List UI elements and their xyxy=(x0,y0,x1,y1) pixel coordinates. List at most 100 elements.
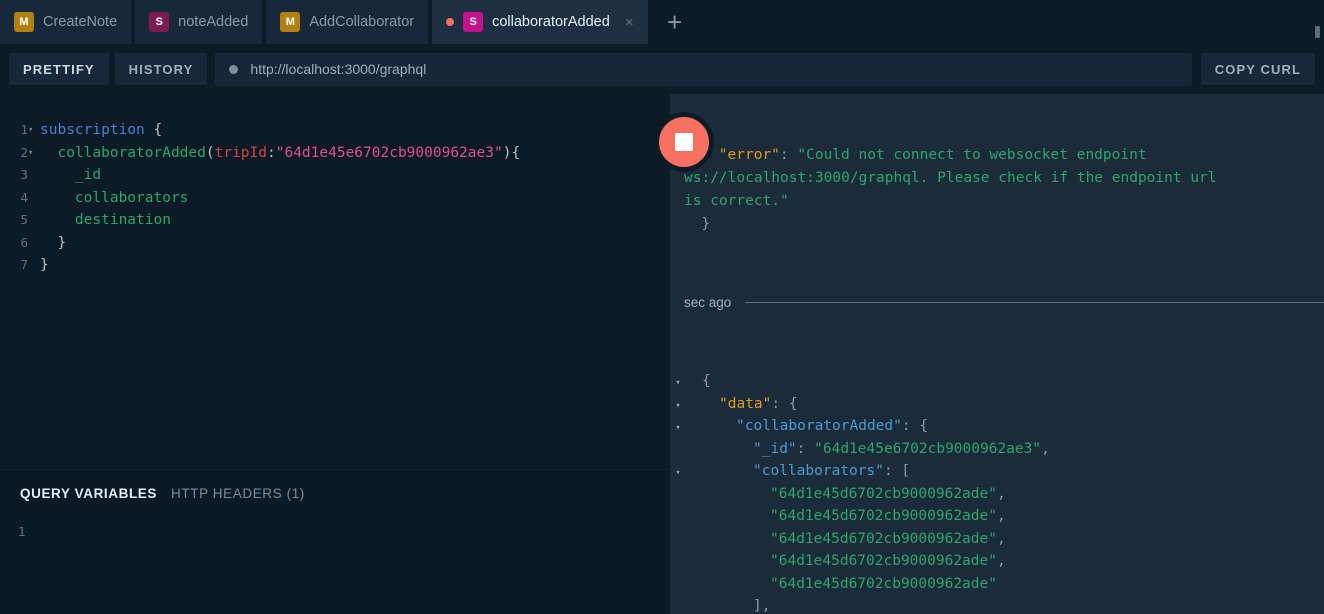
query-line: 3 _id xyxy=(0,164,670,187)
tab-noteAdded[interactable]: SnoteAdded xyxy=(135,0,263,44)
json-token: "64d1e45d6702cb9000962ade" xyxy=(770,530,997,547)
query-editor[interactable]: 1▾ subscription {2▾ collaboratorAdded(tri… xyxy=(0,94,670,468)
close-tab-icon[interactable]: × xyxy=(625,15,634,30)
tab-label: noteAdded xyxy=(178,14,249,30)
response-error-block: "error": "Could not connect to websocket… xyxy=(670,94,1324,282)
new-tab-button[interactable]: + xyxy=(652,0,698,44)
json-token: "collaborators" xyxy=(753,463,884,479)
code-token: "64d1e45e6702cb9000962ae3" xyxy=(275,144,503,161)
tab-bar: M CreateNote SnoteAdded M AddCollaborator Sco… xyxy=(0,0,1324,44)
graphql-playground: M CreateNote SnoteAdded M AddCollaborator Sco… xyxy=(0,0,1324,614)
response-token: ws://localhost:3000/graphql. Please chec… xyxy=(684,170,1217,186)
json-token: "64d1e45e6702cb9000962ae3" xyxy=(814,440,1042,457)
response-panel: "error": "Could not connect to websocket… xyxy=(670,94,1324,614)
operation-type-badge: M xyxy=(14,12,34,32)
response-json-line: "_id": "64d1e45e6702cb9000962ae3", xyxy=(670,438,1324,461)
line-number: 7 xyxy=(20,257,28,272)
json-token: : [ xyxy=(883,463,911,479)
tab-AddCollaborator[interactable]: M AddCollaborator xyxy=(266,0,429,44)
response-timestamp: sec ago xyxy=(684,294,732,310)
json-token: : { xyxy=(901,418,929,434)
response-error-line: ws://localhost:3000/graphql. Please chec… xyxy=(670,167,1324,190)
response-token: "Could not connect to websocket endpoint xyxy=(797,147,1147,163)
tabbar-overflow-handle[interactable] xyxy=(1315,26,1320,38)
response-token: "error" xyxy=(718,147,780,163)
response-token: : xyxy=(779,147,798,163)
json-token: : { xyxy=(771,395,798,412)
variables-editor[interactable]: 1 xyxy=(0,501,670,541)
code-token: } xyxy=(40,257,49,273)
connection-status-icon xyxy=(229,64,239,74)
json-fold-icon[interactable]: ▾ xyxy=(670,395,686,418)
operation-type-badge: M xyxy=(280,12,301,32)
code-token: { xyxy=(153,122,163,138)
line-number: 1 xyxy=(20,122,28,137)
query-variables-panel: QUERY VARIABLES HTTP HEADERS (1) 1 xyxy=(0,469,670,614)
response-json-viewer[interactable]: ▾{▾ "data": {▾ "collaboratorAdded": {"_id"… xyxy=(670,317,1324,614)
response-json-line: "64d1e45d6702cb9000962ade", xyxy=(670,505,1324,528)
json-token: "collaboratorAdded" xyxy=(736,418,902,434)
json-token: ], xyxy=(753,598,771,614)
copy-curl-button[interactable]: COPY CURL xyxy=(1200,53,1315,85)
json-fold-icon[interactable]: ▾ xyxy=(670,417,686,440)
json-token: "data" xyxy=(719,395,772,412)
json-token: , xyxy=(996,485,1006,502)
tab-http-headers[interactable]: HTTP HEADERS (1) xyxy=(171,486,305,501)
code-token: collaborators xyxy=(74,189,189,206)
line-number: 6 xyxy=(20,234,28,250)
response-token: is correct." xyxy=(684,193,789,209)
code-token: } xyxy=(57,234,67,251)
endpoint-url-input[interactable]: http://localhost:3000/graphql xyxy=(250,61,426,77)
code-token: destination xyxy=(74,212,171,228)
fold-toggle-icon[interactable]: ▾ xyxy=(28,119,40,142)
json-token: { xyxy=(702,373,711,389)
unsaved-indicator-icon xyxy=(446,18,455,26)
response-error-line: "error": "Could not connect to websocket… xyxy=(670,144,1324,167)
line-number: 4 xyxy=(20,189,28,205)
tab-collaboratorAdded[interactable]: ScollaboratorAdded × xyxy=(432,0,648,44)
code-token: subscription xyxy=(40,122,145,138)
response-json-line: "64d1e45d6702cb9000962ade", xyxy=(670,483,1324,506)
response-timestamp-row: sec ago xyxy=(670,287,1324,317)
json-token: "64d1e45d6702cb9000962ade" xyxy=(770,553,997,569)
stop-square-icon xyxy=(675,133,693,151)
tab-CreateNote[interactable]: M CreateNote xyxy=(0,0,132,44)
json-token: , xyxy=(996,530,1006,547)
code-token: _id xyxy=(74,167,102,183)
json-token: "_id" xyxy=(753,440,797,457)
tab-label: CreateNote xyxy=(43,14,118,30)
json-fold-icon[interactable]: ▾ xyxy=(670,462,686,485)
code-token: ){ xyxy=(502,144,521,161)
operation-type-badge: S xyxy=(149,12,170,32)
tab-label: collaboratorAdded xyxy=(492,14,610,30)
response-json-line: "64d1e45d6702cb9000962ade", xyxy=(670,550,1324,573)
variables-tabstrip: QUERY VARIABLES HTTP HEADERS (1) xyxy=(0,470,670,501)
variables-line-number: 1 xyxy=(18,524,26,539)
response-token: } xyxy=(701,216,711,232)
query-line: 6 } xyxy=(0,232,670,255)
line-number: 5 xyxy=(20,212,28,227)
history-button[interactable]: HISTORY xyxy=(114,53,208,85)
stop-subscription-button[interactable] xyxy=(654,112,714,172)
code-token: : xyxy=(267,144,276,161)
json-token: , xyxy=(996,508,1006,524)
json-token: "64d1e45d6702cb9000962ade" xyxy=(770,485,997,502)
response-json-line: "64d1e45d6702cb9000962ade" xyxy=(670,573,1324,596)
query-line: 2▾ collaboratorAdded(tripId:"64d1e45e670… xyxy=(0,142,670,165)
query-line: 1▾ subscription { xyxy=(0,119,670,142)
endpoint-url-bar[interactable]: http://localhost:3000/graphql xyxy=(215,52,1192,86)
tab-query-variables[interactable]: QUERY VARIABLES xyxy=(20,486,157,501)
fold-toggle-icon[interactable]: ▾ xyxy=(28,142,40,165)
code-token: ( xyxy=(205,144,215,161)
json-token: "64d1e45d6702cb9000962ade" xyxy=(770,575,997,592)
code-token: collaboratorAdded xyxy=(57,144,206,161)
json-fold-icon[interactable]: ▾ xyxy=(670,372,686,395)
prettify-button[interactable]: PRETTIFY xyxy=(9,53,109,85)
response-json-line: ▾ "collaboratorAdded": { xyxy=(670,415,1324,438)
